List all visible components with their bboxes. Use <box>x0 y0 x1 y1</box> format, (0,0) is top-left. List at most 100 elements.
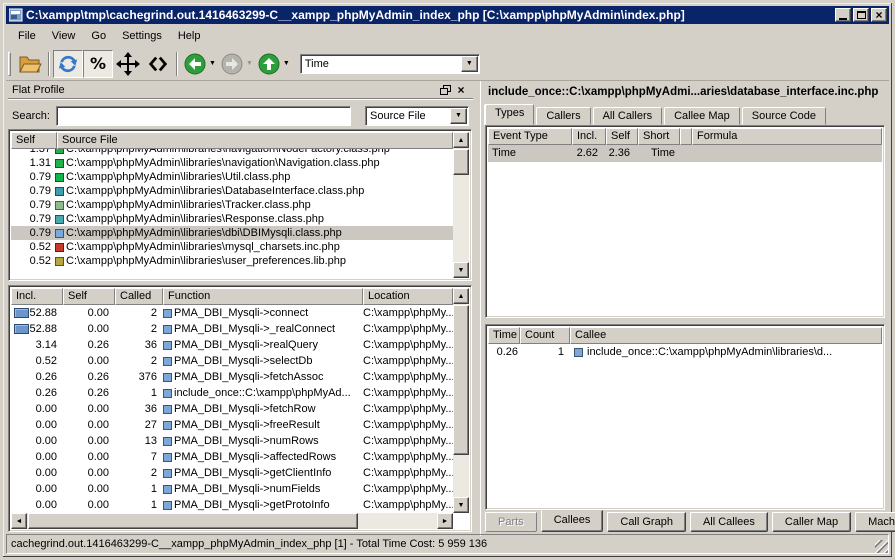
function-row[interactable]: 0.000.002PMA_DBI_Mysqli->getClientInfoC:… <box>11 465 453 481</box>
file-group-icon <box>55 215 64 224</box>
column-header-self[interactable]: Self <box>606 128 638 145</box>
function-row[interactable]: 52.880.002PMA_DBI_Mysqli->_realConnectC:… <box>11 321 453 337</box>
up-button[interactable]: ▼ <box>257 52 290 76</box>
tab-callers[interactable]: Callers <box>536 107 590 125</box>
column-header-event-type[interactable]: Event Type <box>488 128 572 145</box>
column-header-spacer[interactable] <box>680 128 692 145</box>
scrollbar-thumb[interactable] <box>28 513 358 529</box>
source-file-row[interactable]: 0.79C:\xampp\phpMyAdmin\libraries\Tracke… <box>11 198 453 212</box>
column-header-self[interactable]: Self <box>63 288 115 305</box>
function-row[interactable]: 0.000.0036PMA_DBI_Mysqli->fetchRowC:\xam… <box>11 401 453 417</box>
chevron-down-icon[interactable]: ▼ <box>450 108 467 124</box>
event-type-row[interactable]: Time2.622.36Time <box>488 145 882 162</box>
bottom-tab-parts[interactable]: Parts <box>485 512 537 532</box>
column-header-self[interactable]: Self <box>11 132 57 149</box>
back-dropdown-icon[interactable]: ▼ <box>209 60 216 67</box>
bottom-tab-callees[interactable]: Callees <box>541 510 604 532</box>
function-row[interactable]: 3.140.2636PMA_DBI_Mysqli->realQueryC:\xa… <box>11 337 453 353</box>
called-count-cell: 36 <box>115 337 163 353</box>
column-header-count[interactable]: Count <box>520 327 570 344</box>
dock-float-button[interactable] <box>437 83 453 97</box>
tab-types[interactable]: Types <box>485 104 534 125</box>
function-row[interactable]: 0.260.26376PMA_DBI_Mysqli->fetchAssocC:\… <box>11 369 453 385</box>
source-file-row[interactable]: 0.79C:\xampp\phpMyAdmin\libraries\Util.c… <box>11 170 453 184</box>
column-header-source-file[interactable]: Source File <box>57 132 453 149</box>
expand-collapse-button[interactable] <box>143 50 173 78</box>
function-row[interactable]: 0.000.0027PMA_DBI_Mysqli->freeResultC:\x… <box>11 417 453 433</box>
float-icon <box>440 85 451 95</box>
scroll-left-icon[interactable]: ◄ <box>11 513 27 529</box>
bottom-tab-all-callees[interactable]: All Callees <box>690 512 768 532</box>
incl-value: 3.14 <box>36 337 57 353</box>
cycle-detection-button[interactable] <box>53 50 83 78</box>
menu-item-settings[interactable]: Settings <box>114 27 170 45</box>
source-file-row[interactable]: 0.52C:\xampp\phpMyAdmin\libraries\user_p… <box>11 254 453 268</box>
dock-layout-button[interactable] <box>113 50 143 78</box>
scroll-right-icon[interactable]: ► <box>437 513 453 529</box>
column-header-short[interactable]: Short <box>638 128 680 145</box>
column-header-called[interactable]: Called <box>115 288 163 305</box>
source-file-row[interactable]: 1.37C:\xampp\phpMyAdmin\libraries\naviga… <box>11 149 453 156</box>
bottom-tab-call-graph[interactable]: Call Graph <box>607 512 686 532</box>
column-header-formula[interactable]: Formula <box>692 128 882 145</box>
menu-item-view[interactable]: View <box>44 27 84 45</box>
maximize-button[interactable] <box>853 8 869 22</box>
source-file-row[interactable]: 0.52C:\xampp\phpMyAdmin\libraries\mysql_… <box>11 240 453 254</box>
source-file-row[interactable]: 0.79C:\xampp\phpMyAdmin\libraries\Databa… <box>11 184 453 198</box>
column-header-incl[interactable]: Incl. <box>11 288 63 305</box>
scroll-down-icon[interactable]: ▼ <box>453 262 469 278</box>
dock-close-button[interactable]: × <box>453 83 469 97</box>
dock-title-bar[interactable]: Flat Profile × <box>8 81 473 100</box>
column-header-function[interactable]: Function <box>163 288 363 305</box>
tab-callee-map[interactable]: Callee Map <box>664 107 740 125</box>
up-dropdown-icon[interactable]: ▼ <box>283 60 290 67</box>
source-file-row[interactable]: 0.79C:\xampp\phpMyAdmin\libraries\Respon… <box>11 212 453 226</box>
resize-grip[interactable] <box>875 540 888 553</box>
scroll-down-icon[interactable]: ▼ <box>453 497 469 513</box>
function-row[interactable]: 0.000.0013PMA_DBI_Mysqli->numRowsC:\xamp… <box>11 433 453 449</box>
grouping-combobox[interactable]: Source File ▼ <box>365 106 469 126</box>
search-input[interactable] <box>56 106 351 126</box>
source-file-row[interactable]: 0.79C:\xampp\phpMyAdmin\libraries\dbi\DB… <box>11 226 453 240</box>
tab-source-code[interactable]: Source Code <box>742 107 826 125</box>
event-type-combobox[interactable]: Time ▼ <box>300 54 480 74</box>
relative-percent-button[interactable]: % <box>83 50 113 78</box>
title-bar[interactable]: C:\xampp\tmp\cachegrind.out.1416463299-C… <box>6 6 889 24</box>
open-file-button[interactable] <box>15 50 45 78</box>
scrollbar-thumb[interactable] <box>453 149 469 175</box>
callee-row[interactable]: 0.261include_once::C:\xampp\phpMyAdmin\l… <box>488 344 882 361</box>
bottom-tab-machine[interactable]: Machine <box>855 512 895 532</box>
back-button[interactable]: ▼ <box>183 52 216 76</box>
menu-item-go[interactable]: Go <box>83 27 114 45</box>
function-row[interactable]: 0.000.001PMA_DBI_Mysqli->numFieldsC:\xam… <box>11 481 453 497</box>
column-header-incl[interactable]: Incl. <box>572 128 606 145</box>
source-file-row[interactable]: 1.31C:\xampp\phpMyAdmin\libraries\naviga… <box>11 156 453 170</box>
function-row[interactable]: 0.000.007PMA_DBI_Mysqli->affectedRowsC:\… <box>11 449 453 465</box>
vertical-scrollbar[interactable]: ▲ ▼ <box>453 132 469 278</box>
chevron-down-icon[interactable]: ▼ <box>461 56 478 72</box>
scrollbar-thumb[interactable] <box>453 305 469 455</box>
incl-cost-cell: 52.88 <box>11 305 63 321</box>
self-cost-cell: 0.00 <box>63 417 115 433</box>
menu-item-file[interactable]: File <box>10 27 44 45</box>
close-button[interactable]: × <box>871 8 887 22</box>
column-header-callee[interactable]: Callee <box>570 327 882 344</box>
horizontal-scrollbar[interactable]: ◄ ► <box>11 513 453 529</box>
column-header-location[interactable]: Location <box>363 288 453 305</box>
function-row[interactable]: 0.000.001PMA_DBI_Mysqli->getProtoInfoC:\… <box>11 497 453 513</box>
scroll-up-icon[interactable]: ▲ <box>453 132 469 148</box>
move-cross-icon <box>116 52 140 76</box>
source-file-path: C:\xampp\phpMyAdmin\libraries\navigation… <box>66 149 390 156</box>
toolbar-handle[interactable] <box>8 52 11 76</box>
bottom-tab-caller-map[interactable]: Caller Map <box>772 512 851 532</box>
scroll-up-icon[interactable]: ▲ <box>453 288 469 304</box>
function-row[interactable]: 0.520.002PMA_DBI_Mysqli->selectDbC:\xamp… <box>11 353 453 369</box>
column-header-time[interactable]: Time <box>488 327 520 344</box>
tab-all-callers[interactable]: All Callers <box>593 107 663 125</box>
self-cost-cell: 0.00 <box>63 449 115 465</box>
function-row[interactable]: 52.880.002PMA_DBI_Mysqli->connectC:\xamp… <box>11 305 453 321</box>
vertical-scrollbar[interactable]: ▲ ▼ <box>453 288 469 513</box>
minimize-button[interactable] <box>835 8 851 22</box>
menu-item-help[interactable]: Help <box>170 27 209 45</box>
function-row[interactable]: 0.260.261include_once::C:\xampp\phpMyAd.… <box>11 385 453 401</box>
